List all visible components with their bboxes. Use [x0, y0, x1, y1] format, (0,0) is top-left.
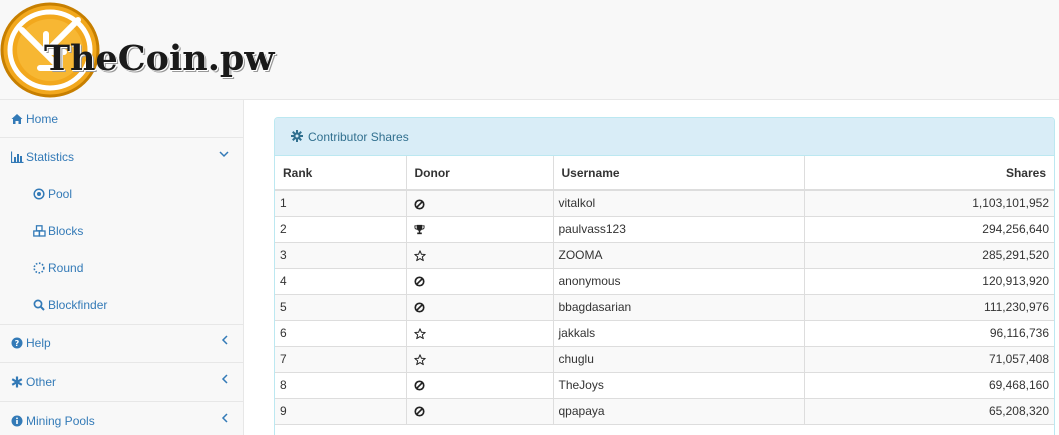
username-cell: paulvass123	[553, 216, 805, 243]
sidebar-subitem-blocks[interactable]: Blocks	[0, 223, 243, 243]
username-cell: jakkals	[553, 320, 805, 347]
rank-cell: 7	[275, 346, 407, 373]
donor-cell	[406, 346, 554, 373]
sidebar-subitem-pool[interactable]: Pool	[0, 186, 243, 206]
trophy-icon	[413, 224, 425, 235]
username-cell: anonymous	[553, 268, 805, 295]
shares-cell: 120,913,920	[804, 268, 1054, 295]
table-row: 2 paulvass123 294,256,640	[275, 216, 1054, 243]
ban-icon	[413, 380, 425, 391]
username-cell: vitalkol	[553, 190, 805, 217]
svg-text:?: ?	[15, 339, 20, 348]
rank-cell: 2	[275, 216, 407, 243]
username-cell: qpapaya	[553, 398, 805, 425]
donor-cell	[406, 190, 554, 217]
donor-cell	[406, 216, 554, 243]
shares-cell: 96,116,736	[804, 320, 1054, 347]
spinner-icon	[32, 261, 46, 275]
donor-cell	[406, 268, 554, 295]
top-navbar: TheCoin.pw	[0, 0, 1059, 100]
info-circle-icon	[10, 414, 24, 428]
rank-cell: 1	[275, 190, 407, 217]
sidebar-item-help[interactable]: ? Help	[0, 325, 243, 363]
table-row: 7 chuglu 71,057,408	[275, 346, 1054, 373]
username-cell: ZOOMA	[553, 242, 805, 269]
username-cell: TheJoys	[553, 372, 805, 399]
star-outline-icon	[413, 250, 426, 262]
sidebar-item-label: Home	[26, 112, 59, 126]
contributor-shares-table: Rank Donor Username Shares 1 vitalkol 1,10…	[275, 156, 1054, 425]
chevron-left-icon	[221, 413, 229, 426]
column-header-shares[interactable]: Shares	[804, 156, 1054, 191]
sidebar-subitem-label: Pool	[48, 187, 73, 201]
donor-cell	[406, 372, 554, 399]
rank-cell: 5	[275, 294, 407, 321]
column-header-rank[interactable]: Rank	[275, 156, 407, 191]
donor-cell	[406, 398, 554, 425]
column-header-donor[interactable]: Donor	[406, 156, 554, 191]
ban-icon	[413, 406, 425, 417]
table-header-row: Rank Donor Username Shares	[275, 156, 1054, 191]
bar-chart-icon	[10, 150, 24, 164]
rank-cell: 3	[275, 242, 407, 269]
cubes-icon	[32, 224, 46, 238]
chevron-left-icon	[221, 374, 229, 387]
shares-cell: 65,208,320	[804, 398, 1054, 425]
shares-cell: 1,103,101,952	[804, 190, 1054, 217]
table-row: 6 jakkals 96,116,736	[275, 320, 1054, 347]
sidebar-subitem-round[interactable]: Round	[0, 260, 243, 280]
ban-icon	[413, 199, 425, 210]
brand-name: TheCoin.pw	[44, 38, 275, 79]
rank-cell: 9	[275, 398, 407, 425]
chevron-left-icon	[221, 335, 229, 348]
table-row: 8 TheJoys 69,468,160	[275, 372, 1054, 399]
sidebar-item-label: Statistics	[26, 150, 75, 164]
shares-cell: 71,057,408	[804, 346, 1054, 373]
dot-circle-icon	[32, 187, 46, 201]
rank-cell: 6	[275, 320, 407, 347]
sidebar-subitem-label: Blocks	[48, 224, 84, 238]
sidebar-item-label: Other	[26, 375, 57, 389]
rank-cell: 4	[275, 268, 407, 295]
sidebar-subitem-label: Blockfinder	[48, 298, 108, 312]
sidebar-subitem-blockfinder[interactable]: Blockfinder	[0, 297, 243, 317]
sidebar-item-mining-pools[interactable]: Mining Pools	[0, 402, 243, 435]
sidebar-item-label: Help	[26, 336, 51, 350]
shares-cell: 69,468,160	[804, 372, 1054, 399]
table-row: 3 ZOOMA 285,291,520	[275, 242, 1054, 269]
question-circle-icon: ?	[10, 336, 24, 350]
rank-cell: 8	[275, 372, 407, 399]
panel-title: Contributor Shares	[308, 130, 409, 144]
shares-cell: 111,230,976	[804, 294, 1054, 321]
username-cell: bbagdasarian	[553, 294, 805, 321]
table-row: 4 anonymous 120,913,920	[275, 268, 1054, 295]
brand-logo[interactable]: TheCoin.pw	[0, 0, 300, 98]
sidebar-item-label: Mining Pools	[26, 414, 95, 428]
ban-icon	[413, 276, 425, 287]
table-row: 9 qpapaya 65,208,320	[275, 398, 1054, 425]
donor-cell	[406, 320, 554, 347]
shares-cell: 294,256,640	[804, 216, 1054, 243]
donor-cell	[406, 294, 554, 321]
shares-cell: 285,291,520	[804, 242, 1054, 269]
sidebar-subitem-label: Round	[48, 261, 84, 275]
search-icon	[32, 298, 46, 312]
home-icon	[10, 112, 24, 126]
sidebar-item-other[interactable]: Other	[0, 363, 243, 402]
table-row: 1 vitalkol 1,103,101,952	[275, 190, 1054, 217]
chevron-down-icon	[219, 149, 229, 161]
panel-heading: Contributor Shares	[275, 118, 1054, 156]
asterisk-icon	[10, 375, 24, 389]
sidebar-item-home[interactable]: Home	[0, 100, 243, 138]
table-row: 5 bbagdasarian 111,230,976	[275, 294, 1054, 321]
sidebar: Home Statistics Pool Blocks Round Blockf…	[0, 100, 244, 435]
donor-cell	[406, 242, 554, 269]
username-cell: chuglu	[553, 346, 805, 373]
column-header-username[interactable]: Username	[553, 156, 805, 191]
contributor-shares-panel: Contributor Shares Rank Donor Username S…	[274, 117, 1055, 435]
cog-icon	[291, 130, 305, 144]
ban-icon	[413, 302, 425, 313]
star-outline-icon	[413, 354, 426, 366]
star-outline-icon	[413, 328, 426, 340]
